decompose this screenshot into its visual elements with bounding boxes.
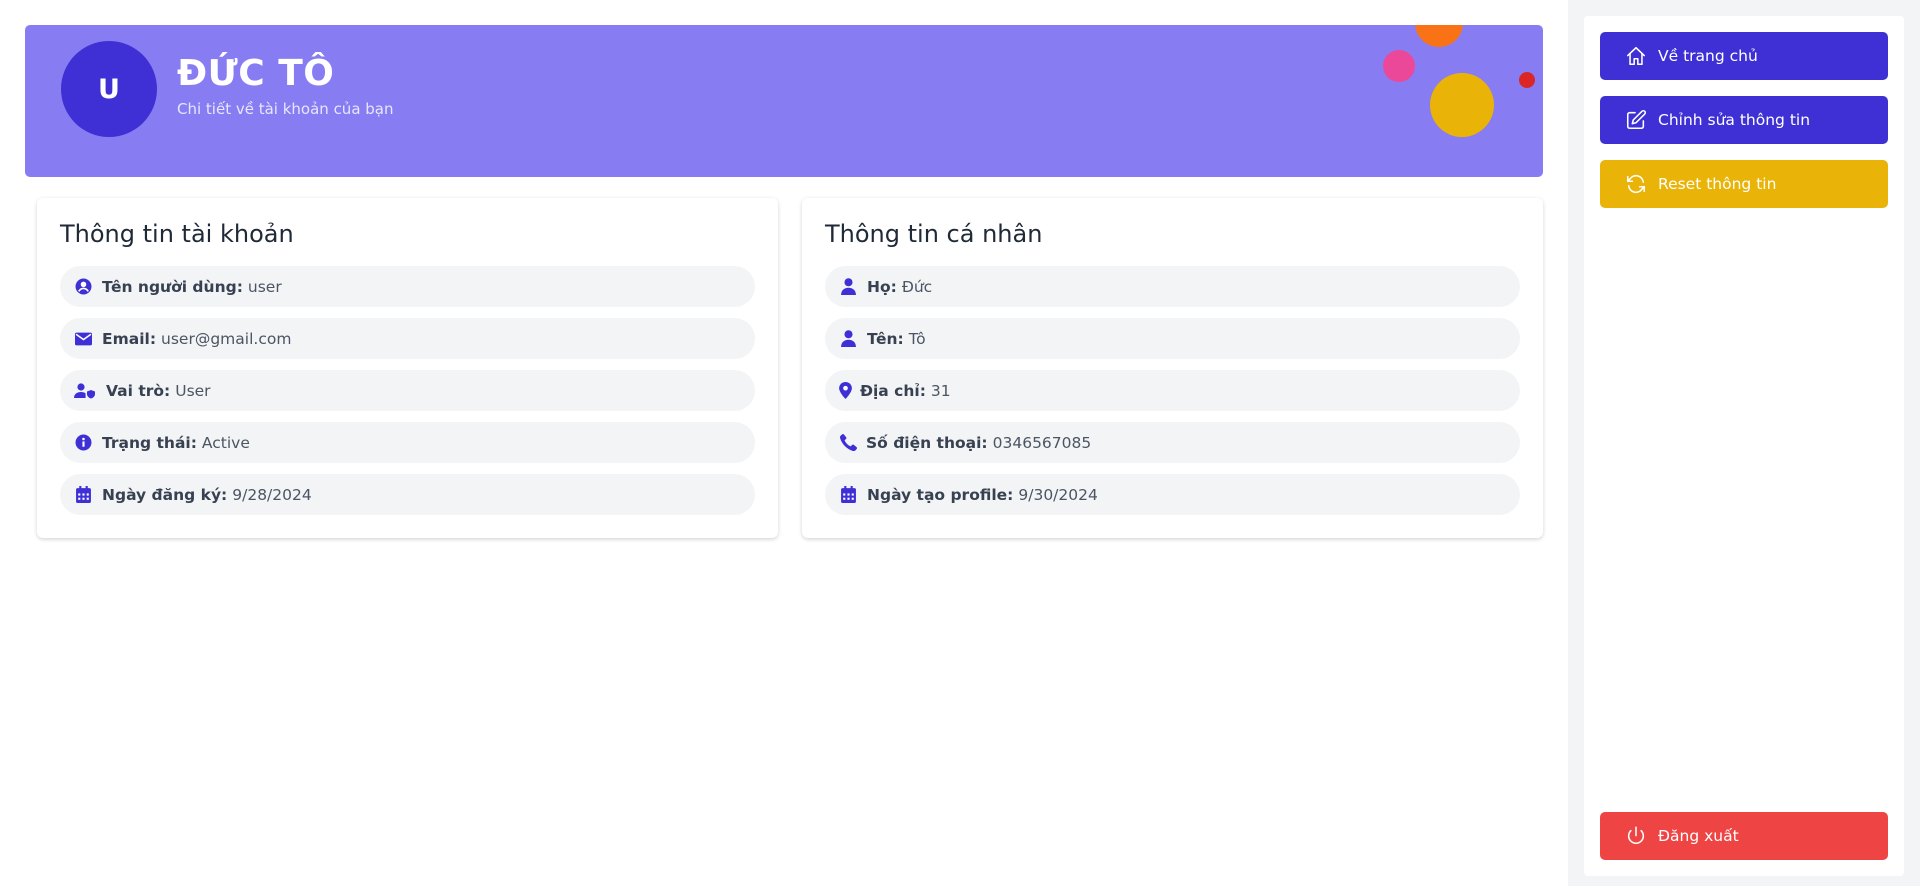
info-value: 9/30/2024 — [1018, 485, 1098, 504]
sidebar: Về trang chủ Chỉnh sửa thông tin Reset t… — [1584, 16, 1904, 876]
refresh-icon — [1625, 173, 1647, 195]
info-label: Tên người dùng: — [102, 277, 243, 296]
profile-subtitle: Chi tiết về tài khoản của bạn — [177, 100, 394, 118]
info-value: user — [247, 277, 282, 296]
info-label: Địa chỉ: — [860, 381, 926, 400]
home-icon — [1625, 45, 1647, 67]
info-row-email: Email: user@gmail.com — [60, 318, 755, 359]
info-label: Ngày tạo profile: — [867, 485, 1014, 504]
info-row-profile-date: Ngày tạo profile: 9/30/2024 — [825, 474, 1520, 515]
info-value: 31 — [930, 381, 951, 400]
account-info-title: Thông tin tài khoản — [60, 220, 294, 248]
info-row-register-date: Ngày đăng ký: 9/28/2024 — [60, 474, 755, 515]
user-circle-icon — [74, 278, 92, 296]
edit-icon — [1625, 109, 1647, 131]
info-value: 0346567085 — [992, 433, 1092, 452]
info-row-phone: Số điện thoại: 0346567085 — [825, 422, 1520, 463]
logout-button[interactable]: Đăng xuất — [1600, 812, 1888, 860]
user-shield-icon — [74, 382, 96, 400]
info-circle-icon — [74, 434, 92, 452]
main-content: U ĐỨC TÔ Chi tiết về tài khoản của bạn T… — [0, 0, 1568, 886]
avatar: U — [61, 41, 157, 137]
decor-bubble-yellow — [1430, 73, 1494, 137]
account-info-card: Thông tin tài khoản Tên người dùng: user… — [37, 198, 778, 538]
info-row-username: Tên người dùng: user — [60, 266, 755, 307]
calendar-icon — [839, 486, 857, 504]
info-value: Tô — [908, 329, 926, 348]
map-pin-icon — [839, 382, 852, 400]
edit-info-button-label: Chỉnh sửa thông tin — [1658, 111, 1811, 129]
home-button-label: Về trang chủ — [1658, 47, 1758, 65]
info-label: Ngày đăng ký: — [102, 485, 228, 504]
info-label: Trạng thái: — [102, 433, 197, 452]
info-value: 9/28/2024 — [232, 485, 312, 504]
home-button[interactable]: Về trang chủ — [1600, 32, 1888, 80]
info-row-last-name: Họ: Đức — [825, 266, 1520, 307]
profile-name: ĐỨC TÔ — [177, 53, 335, 94]
info-value: user@gmail.com — [161, 329, 292, 348]
info-label: Số điện thoại: — [866, 433, 988, 452]
personal-info-title: Thông tin cá nhân — [825, 220, 1043, 248]
info-value: Active — [201, 433, 250, 452]
power-icon — [1625, 825, 1647, 847]
info-label: Họ: — [867, 277, 897, 296]
edit-info-button[interactable]: Chỉnh sửa thông tin — [1600, 96, 1888, 144]
personal-info-card: Thông tin cá nhân Họ: Đức Tên: Tô Địa ch… — [802, 198, 1543, 538]
decor-bubble-pink — [1383, 50, 1415, 82]
info-row-first-name: Tên: Tô — [825, 318, 1520, 359]
info-label: Vai trò: — [106, 381, 171, 400]
profile-header: U ĐỨC TÔ Chi tiết về tài khoản của bạn — [25, 25, 1543, 177]
info-label: Tên: — [867, 329, 904, 348]
decor-bubble-red — [1519, 72, 1535, 88]
phone-icon — [839, 434, 857, 452]
calendar-icon — [74, 486, 92, 504]
info-value: User — [175, 381, 211, 400]
info-label: Email: — [102, 329, 157, 348]
info-value: Đức — [901, 277, 933, 296]
user-icon — [839, 278, 857, 296]
info-row-address: Địa chỉ: 31 — [825, 370, 1520, 411]
info-row-status: Trạng thái: Active — [60, 422, 755, 463]
logout-button-label: Đăng xuất — [1658, 827, 1739, 845]
reset-info-button-label: Reset thông tin — [1658, 175, 1777, 193]
user-icon — [839, 330, 857, 348]
envelope-icon — [74, 330, 92, 348]
decor-bubble-orange — [1415, 25, 1463, 47]
info-row-role: Vai trò: User — [60, 370, 755, 411]
reset-info-button[interactable]: Reset thông tin — [1600, 160, 1888, 208]
